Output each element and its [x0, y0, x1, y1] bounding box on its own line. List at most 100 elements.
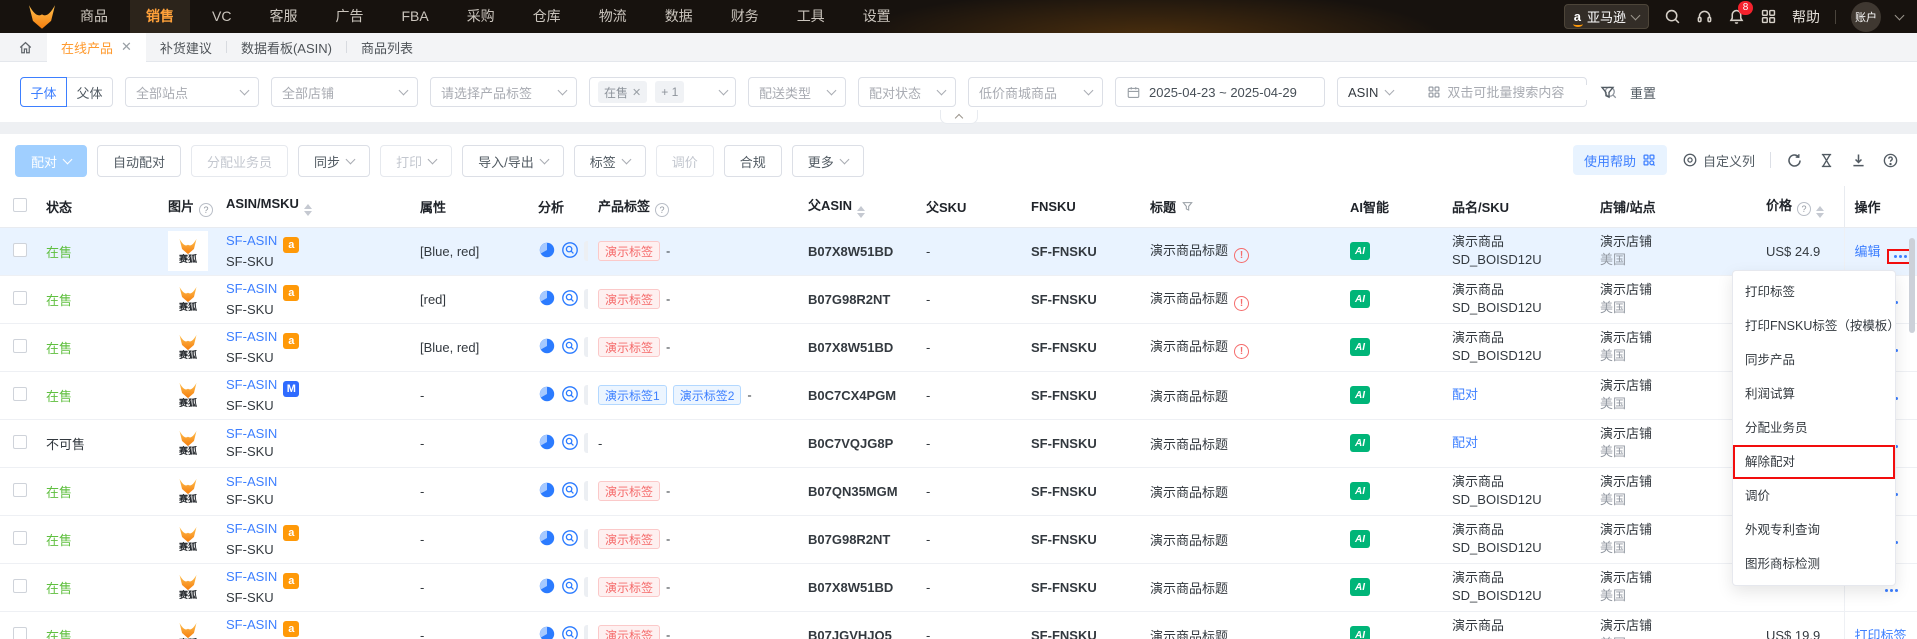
status-multiselect[interactable]: 在售 ✕ + 1	[589, 77, 736, 107]
row-checkbox[interactable]	[13, 386, 27, 401]
app-logo-fox-icon[interactable]	[24, 4, 60, 30]
product-image[interactable]: 赛狐	[168, 279, 208, 319]
sales-pie-chart-icon[interactable]	[538, 529, 556, 550]
keyword-search-icon[interactable]	[561, 241, 579, 262]
row-checkbox[interactable]	[13, 578, 27, 593]
remove-chip-icon[interactable]: ✕	[632, 86, 641, 99]
ai-smart-icon[interactable]: AI	[1350, 242, 1370, 261]
trend-chart-icon[interactable]	[584, 481, 588, 501]
title-warning-icon[interactable]: !	[1234, 295, 1250, 311]
ai-smart-icon[interactable]: AI	[1350, 434, 1370, 453]
toggle-parent[interactable]: 父体	[66, 77, 113, 107]
toolbar-button-调价[interactable]: 调价	[655, 145, 714, 177]
row-action-link[interactable]: 打印标签	[1855, 628, 1907, 639]
row-checkbox[interactable]	[13, 290, 27, 305]
row-checkbox[interactable]	[13, 434, 27, 449]
toolbar-button-导入/导出[interactable]: 导入/导出	[462, 145, 564, 177]
trend-chart-icon[interactable]	[584, 289, 588, 309]
nav-item-财务[interactable]: 财务	[715, 0, 775, 33]
product-image[interactable]: 赛狐	[168, 231, 208, 271]
toolbar-button-配对[interactable]: 配对	[15, 145, 88, 177]
home-icon[interactable]	[18, 40, 33, 55]
ai-smart-icon[interactable]: AI	[1350, 530, 1370, 549]
keyword-search-icon[interactable]	[561, 529, 579, 550]
help-link[interactable]: 帮助	[1792, 7, 1820, 27]
ai-smart-icon[interactable]: AI	[1350, 386, 1370, 405]
toolbar-button-更多[interactable]: 更多	[791, 145, 864, 177]
toolbar-button-自动配对[interactable]: 自动配对	[97, 145, 182, 177]
product-tag[interactable]: 演示标签2	[672, 385, 742, 405]
product-tag[interactable]: 演示标签	[598, 337, 661, 357]
notifications-bell-icon[interactable]: 8	[1728, 1, 1753, 25]
keyword-search-icon[interactable]	[561, 385, 579, 406]
tab-在线产品[interactable]: 在线产品 ✕	[47, 32, 146, 62]
ai-smart-icon[interactable]: AI	[1350, 626, 1370, 639]
keyword-search-icon[interactable]	[561, 337, 579, 358]
select-all-checkbox[interactable]	[13, 197, 27, 212]
pair-link[interactable]: 配对	[1452, 387, 1478, 402]
nav-item-采购[interactable]: 采购	[451, 0, 511, 33]
sales-pie-chart-icon[interactable]	[538, 481, 556, 502]
nav-item-仓库[interactable]: 仓库	[517, 0, 577, 33]
keyword-search-icon[interactable]	[561, 433, 579, 454]
asin-link[interactable]: SF-ASIN	[226, 426, 277, 441]
keyword-search-icon[interactable]	[561, 481, 579, 502]
toolbar-button-合规[interactable]: 合规	[723, 145, 782, 177]
product-tag[interactable]: 演示标签1	[598, 385, 667, 405]
product-tag-select[interactable]: 请选择产品标签	[430, 77, 577, 107]
asin-link[interactable]: SF-ASIN	[226, 617, 277, 632]
toggle-child[interactable]: 子体	[20, 77, 67, 107]
trend-chart-icon[interactable]	[584, 337, 588, 357]
nav-item-客服[interactable]: 客服	[253, 0, 313, 33]
product-tag[interactable]: 演示标签	[598, 529, 661, 549]
asin-link[interactable]: SF-ASIN	[226, 281, 277, 296]
menu-item-分配业务员[interactable]: 分配业务员	[1733, 411, 1895, 445]
info-icon[interactable]: ?	[1797, 201, 1812, 216]
nav-item-FBA[interactable]: FBA	[385, 0, 444, 33]
collapse-filters-tab[interactable]	[940, 110, 978, 124]
menu-item-调价[interactable]: 调价	[1733, 479, 1895, 513]
shop-select[interactable]: 全部店铺	[271, 77, 418, 107]
usage-help-button[interactable]: 使用帮助	[1572, 145, 1667, 175]
trend-chart-icon[interactable]	[584, 241, 588, 261]
asin-link[interactable]: SF-ASIN	[226, 233, 277, 248]
vertical-scrollbar-thumb[interactable]	[1909, 238, 1915, 333]
product-image[interactable]: 赛狐	[168, 471, 208, 511]
title-warning-icon[interactable]: !	[1234, 343, 1250, 359]
toolbar-button-同步[interactable]: 同步	[298, 145, 371, 177]
ai-smart-icon[interactable]: AI	[1350, 338, 1370, 357]
row-checkbox[interactable]	[13, 242, 27, 257]
nav-item-设置[interactable]: 设置	[847, 0, 907, 33]
sales-pie-chart-icon[interactable]	[538, 337, 556, 358]
status-chip-onsale[interactable]: 在售 ✕	[598, 81, 648, 103]
sales-pie-chart-icon[interactable]	[538, 241, 556, 262]
question-circle-icon[interactable]	[1882, 152, 1899, 169]
product-image[interactable]: 赛狐	[168, 519, 208, 559]
product-image[interactable]: 赛狐	[168, 615, 208, 639]
toolbar-button-分配业务员[interactable]: 分配业务员	[191, 145, 289, 177]
filter-funnel-icon[interactable]	[1181, 200, 1194, 213]
nav-item-广告[interactable]: 广告	[319, 0, 379, 33]
ai-smart-icon[interactable]: AI	[1350, 578, 1370, 597]
product-image[interactable]: 赛狐	[168, 375, 208, 415]
nav-item-销售[interactable]: 销售	[130, 0, 190, 33]
product-image[interactable]: 赛狐	[168, 423, 208, 463]
customize-columns-button[interactable]: 自定义列	[1682, 151, 1755, 170]
sort-icon[interactable]	[303, 204, 312, 217]
asin-link[interactable]: SF-ASIN	[226, 474, 277, 489]
nav-item-VC[interactable]: VC	[196, 0, 247, 33]
refresh-icon[interactable]	[1786, 152, 1803, 169]
keyword-search-icon[interactable]	[561, 289, 579, 310]
lowprice-select[interactable]: 低价商城商品	[968, 77, 1103, 107]
pair-status-select[interactable]: 配对状态	[858, 77, 956, 107]
trend-chart-icon[interactable]	[584, 433, 588, 453]
search-input[interactable]	[1447, 84, 1598, 100]
account-chevron-down-icon[interactable]	[1894, 10, 1905, 20]
apps-grid-icon[interactable]	[1760, 8, 1777, 25]
trend-chart-icon[interactable]	[584, 577, 588, 597]
product-image[interactable]: 赛狐	[168, 327, 208, 367]
menu-item-利润试算[interactable]: 利润试算	[1733, 377, 1895, 411]
nav-item-商品[interactable]: 商品	[64, 0, 124, 33]
nav-item-数据[interactable]: 数据	[649, 0, 709, 33]
search-icon[interactable]	[1664, 8, 1681, 25]
